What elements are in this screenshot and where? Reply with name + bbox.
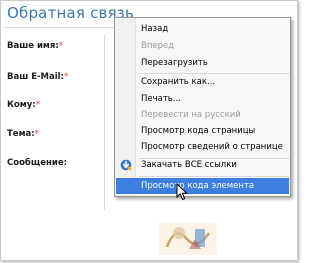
screenshot-frame: Обратная связь Ваше имя:* Ваш E-Mail:* К… — [0, 0, 298, 261]
required-mark: * — [58, 41, 63, 51]
menu-item-save-as[interactable]: Сохранить как... — [116, 74, 289, 90]
menu-item-view-source[interactable]: Просмотр кода страницы — [116, 123, 289, 139]
required-mark: * — [63, 72, 69, 82]
menu-item-download-all-links[interactable]: Закачать ВСЕ ссылки — [116, 157, 289, 173]
menu-item-forward[interactable]: Вперед — [116, 38, 289, 54]
required-mark: * — [35, 100, 40, 110]
menu-item-inspect-element[interactable]: Просмотр кода элемента — [116, 178, 289, 194]
download-manager-icon — [120, 159, 132, 171]
menu-item-translate[interactable]: Перевести на русский — [116, 107, 289, 123]
form-column-divider — [104, 35, 105, 210]
name-label: Ваше имя:* — [7, 41, 63, 51]
menu-separator — [139, 176, 289, 177]
menu-item-reload[interactable]: Перезагрузить — [116, 55, 289, 71]
context-menu: Назад Вперед Перезагрузить Сохранить как… — [114, 17, 291, 197]
subject-label: Тема:* — [7, 129, 39, 139]
decorative-logo-art — [159, 223, 217, 255]
menu-item-print[interactable]: Печать... — [116, 91, 289, 107]
menu-item-back[interactable]: Назад — [116, 21, 289, 37]
mouse-pointer-icon — [176, 183, 188, 201]
email-label: Ваш E-Mail:* — [7, 72, 69, 82]
message-label: Сообщение: — [7, 158, 68, 168]
recipient-label: Кому:* — [7, 100, 40, 110]
required-mark: * — [34, 129, 39, 139]
menu-item-page-info[interactable]: Просмотр сведений о странице — [116, 139, 289, 155]
